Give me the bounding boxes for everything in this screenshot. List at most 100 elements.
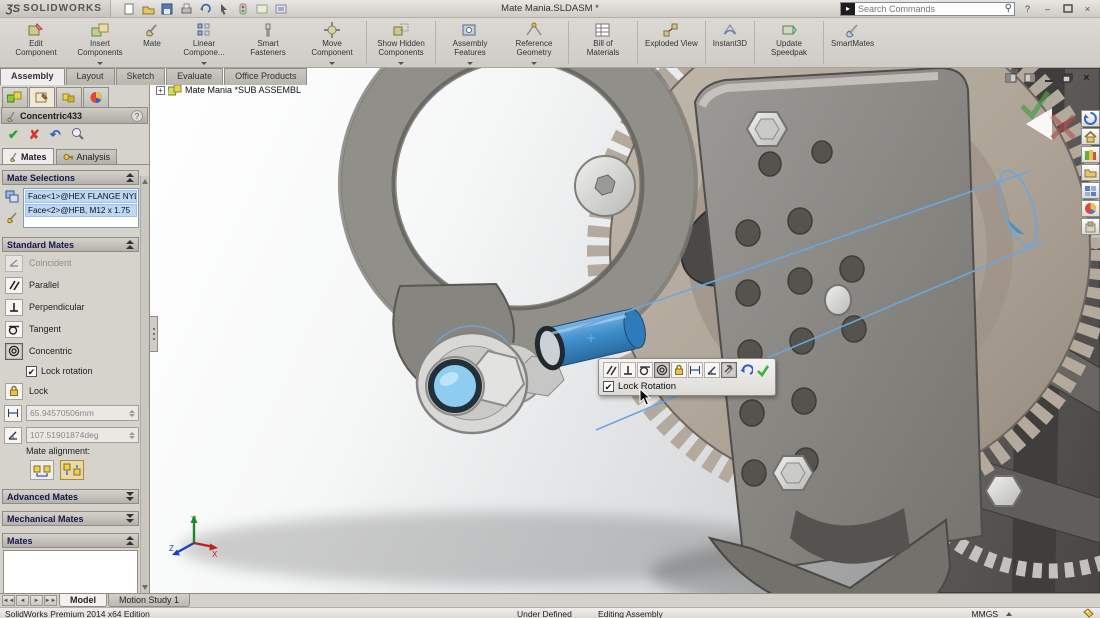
help-icon[interactable]: ? [1019, 2, 1036, 15]
open-icon[interactable] [140, 1, 157, 16]
flyout-feature-tree[interactable]: + Mate Mania *SUB ASSEMBL [156, 84, 301, 96]
accept-icon[interactable] [755, 362, 771, 378]
parallel-mate-row[interactable]: Parallel [2, 274, 139, 296]
mates-list-box[interactable] [3, 550, 138, 593]
lock-icon[interactable] [671, 362, 687, 378]
flip-alignment-icon[interactable] [721, 362, 737, 378]
property-manager-tab-icon[interactable] [29, 87, 55, 107]
tab-mates[interactable]: Mates [2, 148, 54, 164]
sw-resources-icon[interactable] [1081, 110, 1100, 127]
ok-button[interactable]: ✔ [8, 127, 19, 143]
prev-tab-icon[interactable]: ◄ [16, 595, 29, 606]
doc-close-icon[interactable]: × [1079, 71, 1094, 84]
chevron-down-icon[interactable] [467, 62, 473, 65]
tile-right-icon[interactable] [1022, 71, 1037, 84]
tab-layout[interactable]: Layout [66, 68, 115, 85]
units-selector[interactable]: MMGS [972, 609, 1012, 618]
custom-properties-tag-icon[interactable] [1083, 608, 1094, 618]
mate-selection-list[interactable]: Face<1>@HEX FLANGE NYL Face<2>@HFB, M12 … [23, 188, 139, 228]
configuration-manager-tab-icon[interactable] [56, 87, 82, 107]
reference-geometry-button[interactable]: Reference Geometry [502, 18, 566, 67]
lock-rotation-checkbox[interactable]: ✔ [26, 366, 37, 377]
hex-bolt-right[interactable] [986, 476, 1022, 506]
edit-component-button[interactable]: Edit Component [4, 18, 68, 67]
tangent-icon[interactable] [637, 362, 653, 378]
close-button[interactable]: × [1079, 2, 1096, 15]
move-component-button[interactable]: Move Component [300, 18, 364, 67]
units-dropdown-icon[interactable] [1006, 612, 1012, 616]
smart-fasteners-button[interactable]: Smart Fasteners [236, 18, 300, 67]
tree-expand-icon[interactable]: + [156, 86, 165, 95]
hex-bolt-mid[interactable] [825, 285, 851, 315]
doc-minimize-icon[interactable] [1041, 71, 1056, 84]
search-input[interactable] [855, 4, 1005, 14]
chevron-down-icon[interactable] [329, 62, 335, 65]
tab-office-products[interactable]: Office Products [224, 68, 307, 85]
chevron-down-icon[interactable] [97, 62, 103, 65]
selection-item[interactable]: Face<2>@HFB, M12 x 1.75 [25, 204, 137, 217]
update-speedpak-button[interactable]: Update Speedpak [757, 18, 821, 67]
mechanical-mates-header[interactable]: Mechanical Mates [2, 511, 139, 526]
graphics-area[interactable]: + Mate Mania *SUB ASSEMBL × [150, 68, 1100, 593]
chevron-down-icon[interactable] [531, 62, 537, 65]
accept-check-icon[interactable] [1022, 92, 1048, 116]
instant3d-button[interactable]: Instant3D [708, 18, 752, 67]
select-icon[interactable] [216, 1, 233, 16]
advanced-mates-header[interactable]: Advanced Mates [2, 489, 139, 504]
parallel-icon[interactable] [603, 362, 619, 378]
tab-assembly[interactable]: Assembly [0, 68, 65, 85]
cancel-button[interactable]: ✘ [29, 127, 40, 143]
appearances-icon[interactable] [1081, 200, 1100, 217]
last-tab-icon[interactable]: ►► [44, 595, 57, 606]
selected-nut-face[interactable] [431, 362, 479, 410]
smartmates-button[interactable]: SmartMates [826, 18, 879, 67]
next-tab-icon[interactable]: ► [30, 595, 43, 606]
concentric-icon[interactable] [654, 362, 670, 378]
undo-icon[interactable] [197, 1, 214, 16]
linear-pattern-button[interactable]: Linear Compone... [172, 18, 236, 67]
panel-splitter[interactable] [150, 316, 158, 352]
mate-button[interactable]: Mate [132, 18, 172, 67]
design-library-icon[interactable] [1081, 146, 1100, 163]
design-library-home-icon[interactable] [1081, 128, 1100, 145]
doc-restore-icon[interactable] [1060, 71, 1075, 84]
view-palette-icon[interactable] [1081, 182, 1100, 199]
print-icon[interactable] [178, 1, 195, 16]
file-explorer-icon[interactable] [1081, 164, 1100, 181]
tab-analysis[interactable]: Analysis [56, 149, 118, 164]
collapse-icon[interactable] [126, 173, 134, 182]
undo-button[interactable]: ↶ [50, 127, 61, 143]
bill-of-materials-button[interactable]: Bill of Materials [571, 18, 635, 67]
concentric-mate-row[interactable]: Concentric [2, 340, 139, 362]
expand-icon[interactable] [126, 492, 134, 501]
file-properties-icon[interactable] [254, 1, 271, 16]
custom-properties-icon[interactable] [1081, 218, 1100, 235]
perpendicular-icon[interactable] [620, 362, 636, 378]
tab-model[interactable]: Model [59, 594, 107, 607]
cancel-x-icon[interactable] [1052, 116, 1074, 138]
mates-list-header[interactable]: Mates [2, 533, 139, 548]
perpendicular-mate-row[interactable]: Perpendicular [2, 296, 139, 318]
exploded-view-button[interactable]: Exploded View [640, 18, 703, 67]
angle-icon[interactable] [704, 362, 720, 378]
new-icon[interactable] [121, 1, 138, 16]
tab-motion-study[interactable]: Motion Study 1 [108, 594, 190, 607]
hex-bolt-bottom[interactable] [773, 456, 813, 490]
scroll-down-icon[interactable] [142, 585, 148, 592]
first-tab-icon[interactable]: ◄◄ [2, 595, 15, 606]
save-icon[interactable] [159, 1, 176, 16]
rebuild-icon[interactable] [235, 1, 252, 16]
tab-evaluate[interactable]: Evaluate [166, 68, 223, 85]
lock-mate-row[interactable]: Lock [2, 380, 139, 402]
selection-item[interactable]: Face<1>@HEX FLANGE NYL [25, 190, 137, 203]
hex-bolt-top[interactable] [747, 112, 787, 146]
restore-button[interactable] [1059, 2, 1076, 15]
distance-icon[interactable] [688, 362, 704, 378]
lock-rotation-row[interactable]: ✔ Lock rotation [2, 362, 139, 380]
tree-root-label[interactable]: Mate Mania *SUB ASSEMBL [185, 85, 301, 95]
scroll-up-icon[interactable] [142, 177, 148, 184]
tangent-mate-row[interactable]: Tangent [2, 318, 139, 340]
mate-selections-header[interactable]: Mate Selections [2, 170, 139, 185]
collapse-icon[interactable] [126, 536, 134, 545]
expand-icon[interactable] [126, 514, 134, 523]
